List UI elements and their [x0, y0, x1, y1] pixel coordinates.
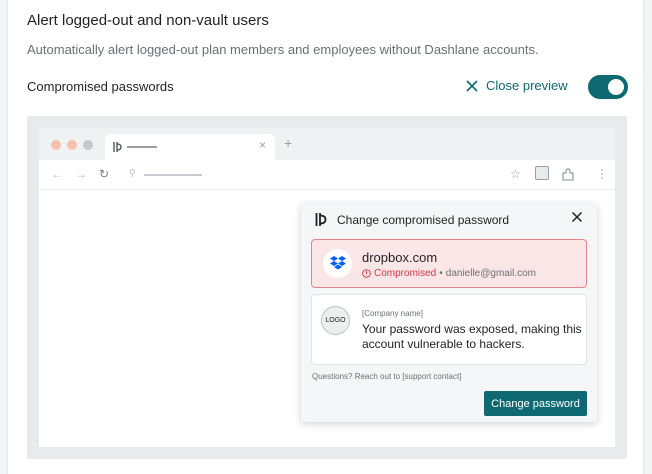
reload-icon[interactable]: ↻	[99, 167, 109, 181]
dashlane-logo-icon	[113, 142, 122, 152]
setting-label: Compromised passwords	[27, 79, 174, 94]
compromised-status: Compromised	[374, 268, 437, 279]
credential-domain: dropbox.com	[362, 250, 438, 265]
dashlane-extension-icon[interactable]	[535, 166, 549, 180]
change-password-button[interactable]: Change password	[484, 391, 587, 416]
browser-tab[interactable]: ×	[105, 134, 275, 160]
popup-title: Change compromised password	[337, 212, 510, 227]
extension-icon[interactable]	[561, 168, 575, 182]
compromised-password-popup: Change compromised password dropbox.com	[301, 203, 597, 422]
dashlane-logo-icon	[315, 213, 327, 226]
window-maximize-dot	[83, 140, 93, 150]
preview-area: × + ← → ↻ ⚲ ☆ ⋮ Change compromised passw…	[27, 116, 627, 459]
window-minimize-dot	[67, 140, 77, 150]
dropbox-icon	[323, 249, 352, 278]
subtitle-separator: •	[439, 268, 443, 279]
toggle-knob	[608, 79, 624, 95]
company-message-card: LOGO [Company name] Your password was ex…	[311, 294, 587, 365]
tab-title-placeholder	[127, 146, 157, 148]
menu-icon[interactable]: ⋮	[596, 167, 608, 181]
window-close-dot	[51, 140, 61, 150]
close-preview-button[interactable]: Close preview	[465, 78, 568, 93]
url-placeholder[interactable]	[144, 174, 202, 176]
compromised-credential-card[interactable]: dropbox.com Compromised • danielle@gmail…	[311, 239, 587, 288]
company-name: [Company name]	[362, 309, 423, 318]
star-icon[interactable]: ☆	[510, 167, 521, 181]
dropbox-glyph	[329, 256, 346, 270]
back-icon[interactable]: ←	[51, 167, 63, 181]
popup-close-icon[interactable]	[571, 211, 583, 223]
alert-circle-icon	[362, 269, 371, 278]
site-settings-icon[interactable]: ⚲	[129, 168, 136, 179]
close-preview-label: Close preview	[486, 78, 568, 93]
settings-card: Alert logged-out and non-vault users Aut…	[7, 0, 644, 474]
new-tab-icon[interactable]: +	[284, 135, 292, 151]
browser-mockup: × + ← → ↻ ⚲ ☆ ⋮ Change compromised passw…	[39, 128, 615, 447]
popup-header: Change compromised password	[315, 212, 509, 227]
browser-toolbar: ← → ↻ ⚲ ☆ ⋮	[39, 160, 615, 190]
tab-close-icon[interactable]: ×	[259, 138, 266, 152]
company-logo: LOGO	[321, 306, 350, 335]
close-icon	[466, 79, 478, 92]
compromised-passwords-toggle[interactable]	[588, 75, 628, 99]
section-description: Automatically alert logged-out plan memb…	[27, 42, 539, 57]
forward-icon[interactable]: →	[75, 167, 87, 181]
browser-tabbar: × +	[39, 128, 615, 160]
credential-email: danielle@gmail.com	[445, 268, 536, 279]
credential-subtitle: Compromised • danielle@gmail.com	[362, 268, 536, 279]
support-text: Questions? Reach out to [support contact…	[312, 372, 462, 381]
exposure-message: Your password was exposed, making this a…	[362, 322, 582, 351]
section-title: Alert logged-out and non-vault users	[27, 12, 269, 29]
